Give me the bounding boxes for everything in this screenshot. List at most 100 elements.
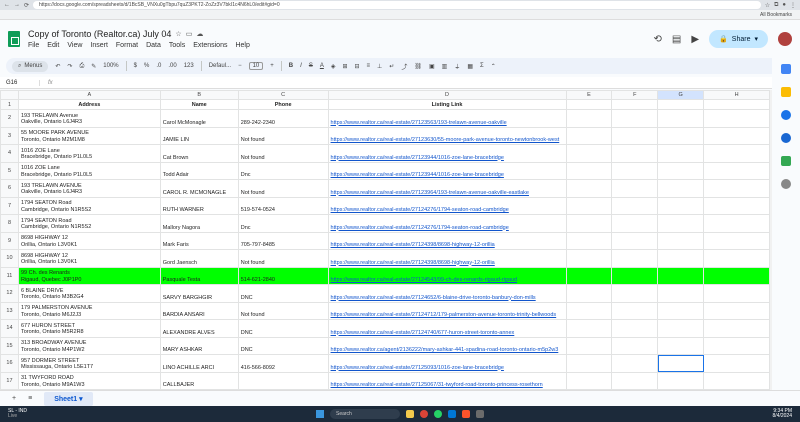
- address-bar[interactable]: https://docs.google.com/spreadsheets/d/1…: [33, 1, 761, 9]
- listing-link-cell[interactable]: https://www.realtor.ca/real-estate/27124…: [327, 301, 567, 320]
- phone-cell[interactable]: 514-621-2840: [237, 266, 329, 285]
- borders-icon[interactable]: ⊞: [342, 63, 347, 70]
- name-cell[interactable]: Carol McMonagle: [159, 109, 239, 128]
- font-select[interactable]: Defaul...: [209, 63, 231, 69]
- cell[interactable]: [703, 109, 770, 128]
- name-cell[interactable]: CALLBAJER: [159, 371, 239, 390]
- address-cell[interactable]: 55 MOORE PARK AVENUE Toronto, Ontario M2M…: [17, 126, 161, 145]
- cell[interactable]: [657, 336, 705, 355]
- cell[interactable]: [703, 99, 770, 110]
- taskbar-search[interactable]: Search: [330, 409, 400, 419]
- column-header-e[interactable]: E: [565, 90, 613, 100]
- maps-icon[interactable]: [781, 156, 791, 166]
- cell[interactable]: [611, 284, 659, 303]
- row-header[interactable]: 6: [0, 179, 19, 198]
- listing-link-cell[interactable]: https://www.realtor.ca/real-estate/27123…: [327, 161, 567, 180]
- listing-link[interactable]: https://www.realtor.ca/real-estate/27124…: [331, 295, 536, 301]
- keep-icon[interactable]: [781, 87, 791, 97]
- add-addon-icon[interactable]: [781, 179, 791, 189]
- address-cell[interactable]: 8698 HIGHWAY 12 Orillia, Ontario L3V0K1: [17, 231, 161, 250]
- contacts-icon[interactable]: [781, 133, 791, 143]
- listing-link[interactable]: https://www.realtor.ca/real-estate/27123…: [331, 190, 529, 196]
- italic-icon[interactable]: I: [300, 63, 302, 69]
- phone-cell[interactable]: DNC: [237, 319, 329, 338]
- column-header-a[interactable]: A: [17, 90, 161, 100]
- print-icon[interactable]: ⎙: [79, 63, 84, 70]
- name-cell[interactable]: Todd Adair: [159, 161, 239, 180]
- file-explorer-icon[interactable]: [406, 410, 414, 418]
- merge-cells-icon[interactable]: ⊟: [355, 63, 360, 70]
- name-cell[interactable]: SARVY BARGHGIR: [159, 284, 239, 303]
- phone-cell[interactable]: 705-797-8485: [237, 231, 329, 250]
- strikethrough-icon[interactable]: S: [309, 63, 313, 69]
- cell[interactable]: [657, 126, 705, 145]
- phone-cell[interactable]: Not found: [237, 301, 329, 320]
- address-cell[interactable]: 6 BLAINE DRIVE Toronto, Ontario M3B2G4: [17, 284, 161, 303]
- cell[interactable]: [703, 161, 770, 180]
- phone-cell[interactable]: 416-566-8092: [237, 354, 329, 373]
- phone-cell[interactable]: [237, 371, 329, 390]
- phone-cell[interactable]: Dnc: [237, 214, 329, 233]
- link-icon[interactable]: ⛓: [414, 63, 422, 70]
- avatar[interactable]: [778, 32, 792, 46]
- extensions-icon[interactable]: ⧉: [774, 2, 778, 9]
- cell[interactable]: [657, 231, 705, 250]
- header-cell-listing-link[interactable]: Listing Link: [327, 99, 567, 110]
- address-cell[interactable]: 193 TRELAWN AVENUE Oakville, Ontario L6J4…: [17, 179, 161, 198]
- cell[interactable]: [703, 179, 770, 198]
- phone-cell[interactable]: DNC: [237, 336, 329, 355]
- listing-link-cell[interactable]: https://www.realtor.ca/real-estate/27123…: [327, 179, 567, 198]
- history-icon[interactable]: ⟲: [654, 34, 662, 45]
- name-cell[interactable]: JAMIE LIN: [159, 126, 239, 145]
- undo-icon[interactable]: ↶: [55, 63, 60, 70]
- bookmark-star-icon[interactable]: ☆: [765, 2, 770, 9]
- cell[interactable]: [657, 196, 705, 215]
- address-cell[interactable]: 1016 ZOE Lane Bracebridge, Ontario P1L0L5: [17, 144, 161, 163]
- column-header-h[interactable]: H: [703, 90, 770, 100]
- valign-icon[interactable]: ⊥: [377, 63, 382, 70]
- address-cell[interactable]: 1016 ZOE Lane Bracebridge, Ontario P1L0L5: [17, 161, 161, 180]
- header-cell-phone[interactable]: Phone: [237, 99, 329, 110]
- rotate-icon[interactable]: ⤴: [401, 62, 407, 71]
- header-cell-name[interactable]: Name: [159, 99, 239, 110]
- row-header[interactable]: 12: [0, 284, 19, 303]
- app-icon[interactable]: [476, 410, 484, 418]
- cell[interactable]: [565, 301, 613, 320]
- menu-help[interactable]: Help: [235, 42, 249, 49]
- name-cell[interactable]: Pasquale Testa: [159, 266, 239, 285]
- cell[interactable]: [703, 144, 770, 163]
- listing-link[interactable]: https://www.realtor.ca/real-estate/27124…: [331, 330, 515, 336]
- spreadsheet-grid[interactable]: A B C D E F G H 1 Address Name Phone Lis…: [0, 90, 770, 390]
- row-header[interactable]: 1: [0, 99, 19, 110]
- phone-cell[interactable]: DNC: [237, 284, 329, 303]
- share-button[interactable]: 🔒 Share ▾: [709, 30, 768, 48]
- cell[interactable]: [703, 284, 770, 303]
- listing-link[interactable]: https://www.realtor.ca/real-estate/27124…: [331, 225, 509, 231]
- phone-cell[interactable]: Not found: [237, 126, 329, 145]
- menu-view[interactable]: View: [67, 42, 82, 49]
- menu-data[interactable]: Data: [146, 42, 161, 49]
- windows-start-icon[interactable]: [316, 410, 324, 418]
- meet-icon[interactable]: ▶: [691, 34, 699, 45]
- address-cell[interactable]: 99 Ch. des Renards Rigaud, Quebec J0P1P0: [17, 266, 161, 285]
- cell[interactable]: [703, 266, 770, 285]
- listing-link[interactable]: https://www.realtor.ca/real-estate/27124…: [331, 277, 518, 283]
- listing-link-cell[interactable]: https://www.realtor.ca/real-estate/27124…: [327, 319, 567, 338]
- cell[interactable]: [565, 214, 613, 233]
- cell[interactable]: [611, 249, 659, 268]
- cell[interactable]: [565, 371, 613, 390]
- listing-link[interactable]: https://www.realtor.ca/real-estate/27123…: [331, 172, 504, 178]
- font-size-input[interactable]: 10: [248, 62, 264, 70]
- row-header[interactable]: 11: [0, 266, 19, 285]
- name-cell[interactable]: BARDIA ANSARI: [159, 301, 239, 320]
- cell[interactable]: [611, 126, 659, 145]
- row-header[interactable]: 9: [0, 231, 19, 250]
- whatsapp-icon[interactable]: [434, 410, 442, 418]
- row-header[interactable]: 15: [0, 336, 19, 355]
- listing-link-cell[interactable]: https://www.realtor.ca/real-estate/27124…: [327, 249, 567, 268]
- all-sheets-icon[interactable]: ≡: [28, 395, 32, 402]
- calendar-icon[interactable]: [781, 64, 791, 74]
- cell[interactable]: [611, 266, 659, 285]
- cell[interactable]: [611, 336, 659, 355]
- phone-cell[interactable]: Dnc: [237, 161, 329, 180]
